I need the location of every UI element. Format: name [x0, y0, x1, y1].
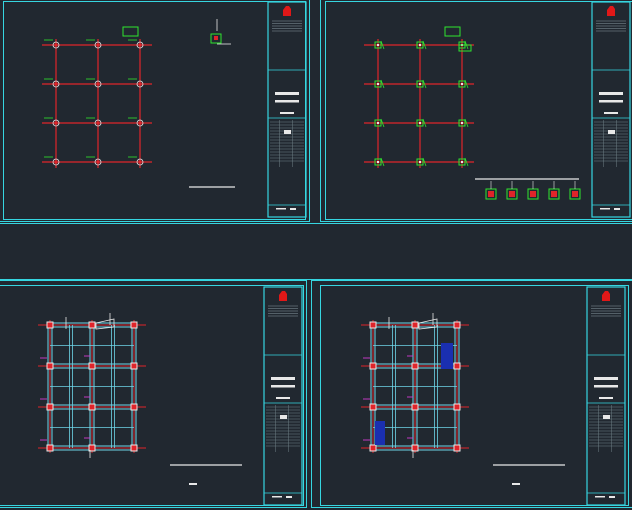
title-block	[591, 1, 631, 218]
title-block	[263, 286, 303, 506]
title-block	[267, 1, 307, 218]
column-section	[411, 321, 419, 329]
column-core	[377, 161, 379, 163]
column-core	[461, 83, 463, 85]
sheet-number-bar	[272, 496, 282, 498]
column-section	[46, 362, 54, 370]
sheet-divider-top	[0, 223, 632, 224]
column-section	[453, 362, 461, 370]
column-core	[461, 161, 463, 163]
column-section	[411, 403, 419, 411]
sheet-4-drawing	[361, 286, 626, 506]
sheet-number-box	[614, 208, 620, 210]
sheet-subtitle-bar	[275, 100, 299, 103]
column-core	[419, 44, 421, 46]
column-section	[46, 321, 54, 329]
column-core	[419, 161, 421, 163]
sheet-subtitle-bar	[599, 100, 623, 103]
column-section	[369, 403, 377, 411]
column-section	[369, 321, 377, 329]
sheet-number-bar	[600, 208, 610, 210]
sheet-number-bar	[595, 496, 605, 498]
sheet-subtitle-bar	[271, 385, 295, 388]
sheet-number-bar	[276, 208, 286, 210]
detail-callout	[122, 26, 139, 37]
column-detail-core	[509, 191, 515, 197]
column-core	[419, 83, 421, 85]
column-core	[419, 122, 421, 124]
sheet-note-bar	[276, 397, 290, 399]
column-section	[130, 444, 138, 452]
column-section	[453, 444, 461, 452]
title-block	[586, 286, 626, 506]
column-section	[138, 121, 142, 125]
company-logo-icon	[279, 291, 287, 301]
company-logo-icon	[283, 6, 291, 16]
stamp-mark	[284, 130, 291, 134]
stamp-mark	[280, 415, 287, 419]
column-section	[411, 362, 419, 370]
sheet-note-bar	[604, 112, 618, 114]
sheet-subtitle-bar	[594, 385, 618, 388]
drawing-sheet-3[interactable]	[0, 280, 307, 508]
column-detail-core	[530, 191, 536, 197]
slab-opening	[375, 421, 385, 445]
column-section	[46, 403, 54, 411]
column-section	[453, 403, 461, 411]
column-core	[377, 83, 379, 85]
column-section	[54, 43, 58, 47]
column-section	[130, 362, 138, 370]
column-section	[369, 362, 377, 370]
stamp-mark	[608, 130, 615, 134]
column-detail-core	[214, 36, 218, 40]
column-section	[96, 82, 100, 86]
column-section	[96, 160, 100, 164]
column-section	[88, 403, 96, 411]
sheet-number-box	[286, 496, 292, 498]
sheet-title-bar	[271, 377, 295, 380]
column-section	[88, 362, 96, 370]
column-section	[130, 321, 138, 329]
company-logo-icon	[602, 291, 610, 301]
sheet-3-drawing	[38, 286, 303, 506]
column-section	[138, 160, 142, 164]
column-section	[54, 82, 58, 86]
column-section	[453, 321, 461, 329]
column-detail-core	[572, 191, 578, 197]
column-section	[96, 121, 100, 125]
column-section	[46, 444, 54, 452]
sheet-number-box	[290, 208, 296, 210]
drawing-sheet-1[interactable]	[0, 0, 310, 222]
stamp-mark	[603, 415, 610, 419]
detail-callout	[444, 26, 461, 37]
column-detail-core	[551, 191, 557, 197]
sheet-title-bar	[599, 92, 623, 95]
sheet-1-drawing	[42, 1, 307, 218]
column-core	[377, 122, 379, 124]
sheet-2-drawing	[364, 1, 631, 218]
slab-opening	[441, 343, 453, 369]
column-core	[461, 122, 463, 124]
column-detail-core	[488, 191, 494, 197]
column-section	[96, 43, 100, 47]
sheet-number-box	[609, 496, 615, 498]
sheet-title-bar	[594, 377, 618, 380]
column-section	[54, 160, 58, 164]
column-section	[138, 43, 142, 47]
column-section	[138, 82, 142, 86]
column-core	[377, 44, 379, 46]
sheet-title-bar	[275, 92, 299, 95]
north-mark	[189, 483, 197, 485]
column-section	[130, 403, 138, 411]
sheet-note-bar	[280, 112, 294, 114]
column-section	[54, 121, 58, 125]
north-mark	[512, 483, 520, 485]
sheet-note-bar	[599, 397, 613, 399]
column-section	[369, 444, 377, 452]
drawing-sheet-2[interactable]	[320, 0, 632, 222]
column-section	[88, 321, 96, 329]
company-logo-icon	[607, 6, 615, 16]
drawing-sheet-4[interactable]	[311, 280, 632, 508]
